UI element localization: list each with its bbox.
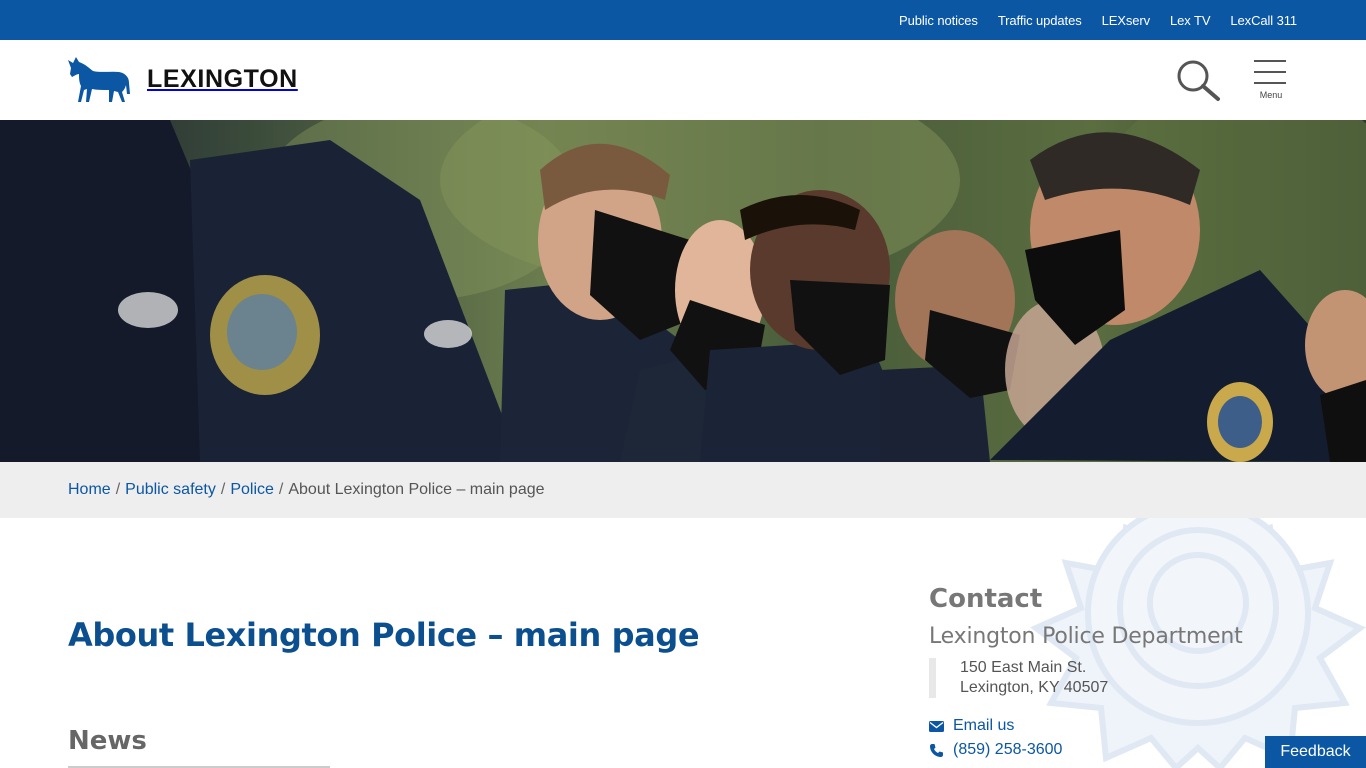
utility-link-lex-tv[interactable]: Lex TV [1170,13,1210,28]
logo-wordmark: LEXINGTON [147,64,298,93]
breadcrumb-separator: / [115,481,121,498]
hero-image-police-officers [0,120,1366,462]
utility-link-public-notices[interactable]: Public notices [899,13,978,28]
breadcrumb-public-safety[interactable]: Public safety [125,481,216,499]
menu-button[interactable]: Menu [1254,58,1288,104]
site-logo[interactable]: LEXINGTON [67,54,298,104]
utility-link-lexserv[interactable]: LEXserv [1102,13,1151,28]
feedback-button[interactable]: Feedback [1265,736,1366,768]
site-header: LEXINGTON Menu [0,40,1366,120]
phone-icon [930,743,943,757]
address-line-1: 150 East Main St. [960,659,1087,676]
utility-bar: Public notices Traffic updates LEXserv L… [0,0,1366,40]
breadcrumb-current: About Lexington Police – main page [288,481,545,498]
utility-link-lexcall-311[interactable]: LexCall 311 [1230,13,1297,28]
department-name: Lexington Police Department [929,624,1243,649]
utility-link-traffic-updates[interactable]: Traffic updates [998,13,1082,28]
horse-logo-icon [68,57,130,102]
breadcrumb-separator: / [278,481,284,498]
contact-heading: Contact [929,584,1043,614]
search-button[interactable] [1174,58,1222,102]
phone-number-link[interactable]: (859) 258-3600 [953,741,1062,759]
breadcrumb-home[interactable]: Home [68,481,111,499]
breadcrumb-separator: / [220,481,226,498]
page-title: About Lexington Police – main page [68,616,700,654]
envelope-icon [929,720,944,732]
utility-nav: Public notices Traffic updates LEXserv L… [899,0,1297,40]
breadcrumb: Home / Public safety / Police / About Le… [0,462,1366,518]
breadcrumb-police[interactable]: Police [230,481,274,499]
search-icon [1177,60,1220,101]
hamburger-menu-icon [1254,58,1288,84]
contact-email-row: Email us [929,717,1014,735]
news-heading: News [68,726,147,756]
email-us-link[interactable]: Email us [953,717,1014,735]
contact-phone-row: (859) 258-3600 [929,741,1062,759]
breadcrumb-trail: Home / Public safety / Police / About Le… [68,462,545,518]
department-address: 150 East Main St. Lexington, KY 40507 [929,658,1108,698]
menu-label: Menu [1259,90,1283,100]
address-line-2: Lexington, KY 40507 [960,679,1109,696]
